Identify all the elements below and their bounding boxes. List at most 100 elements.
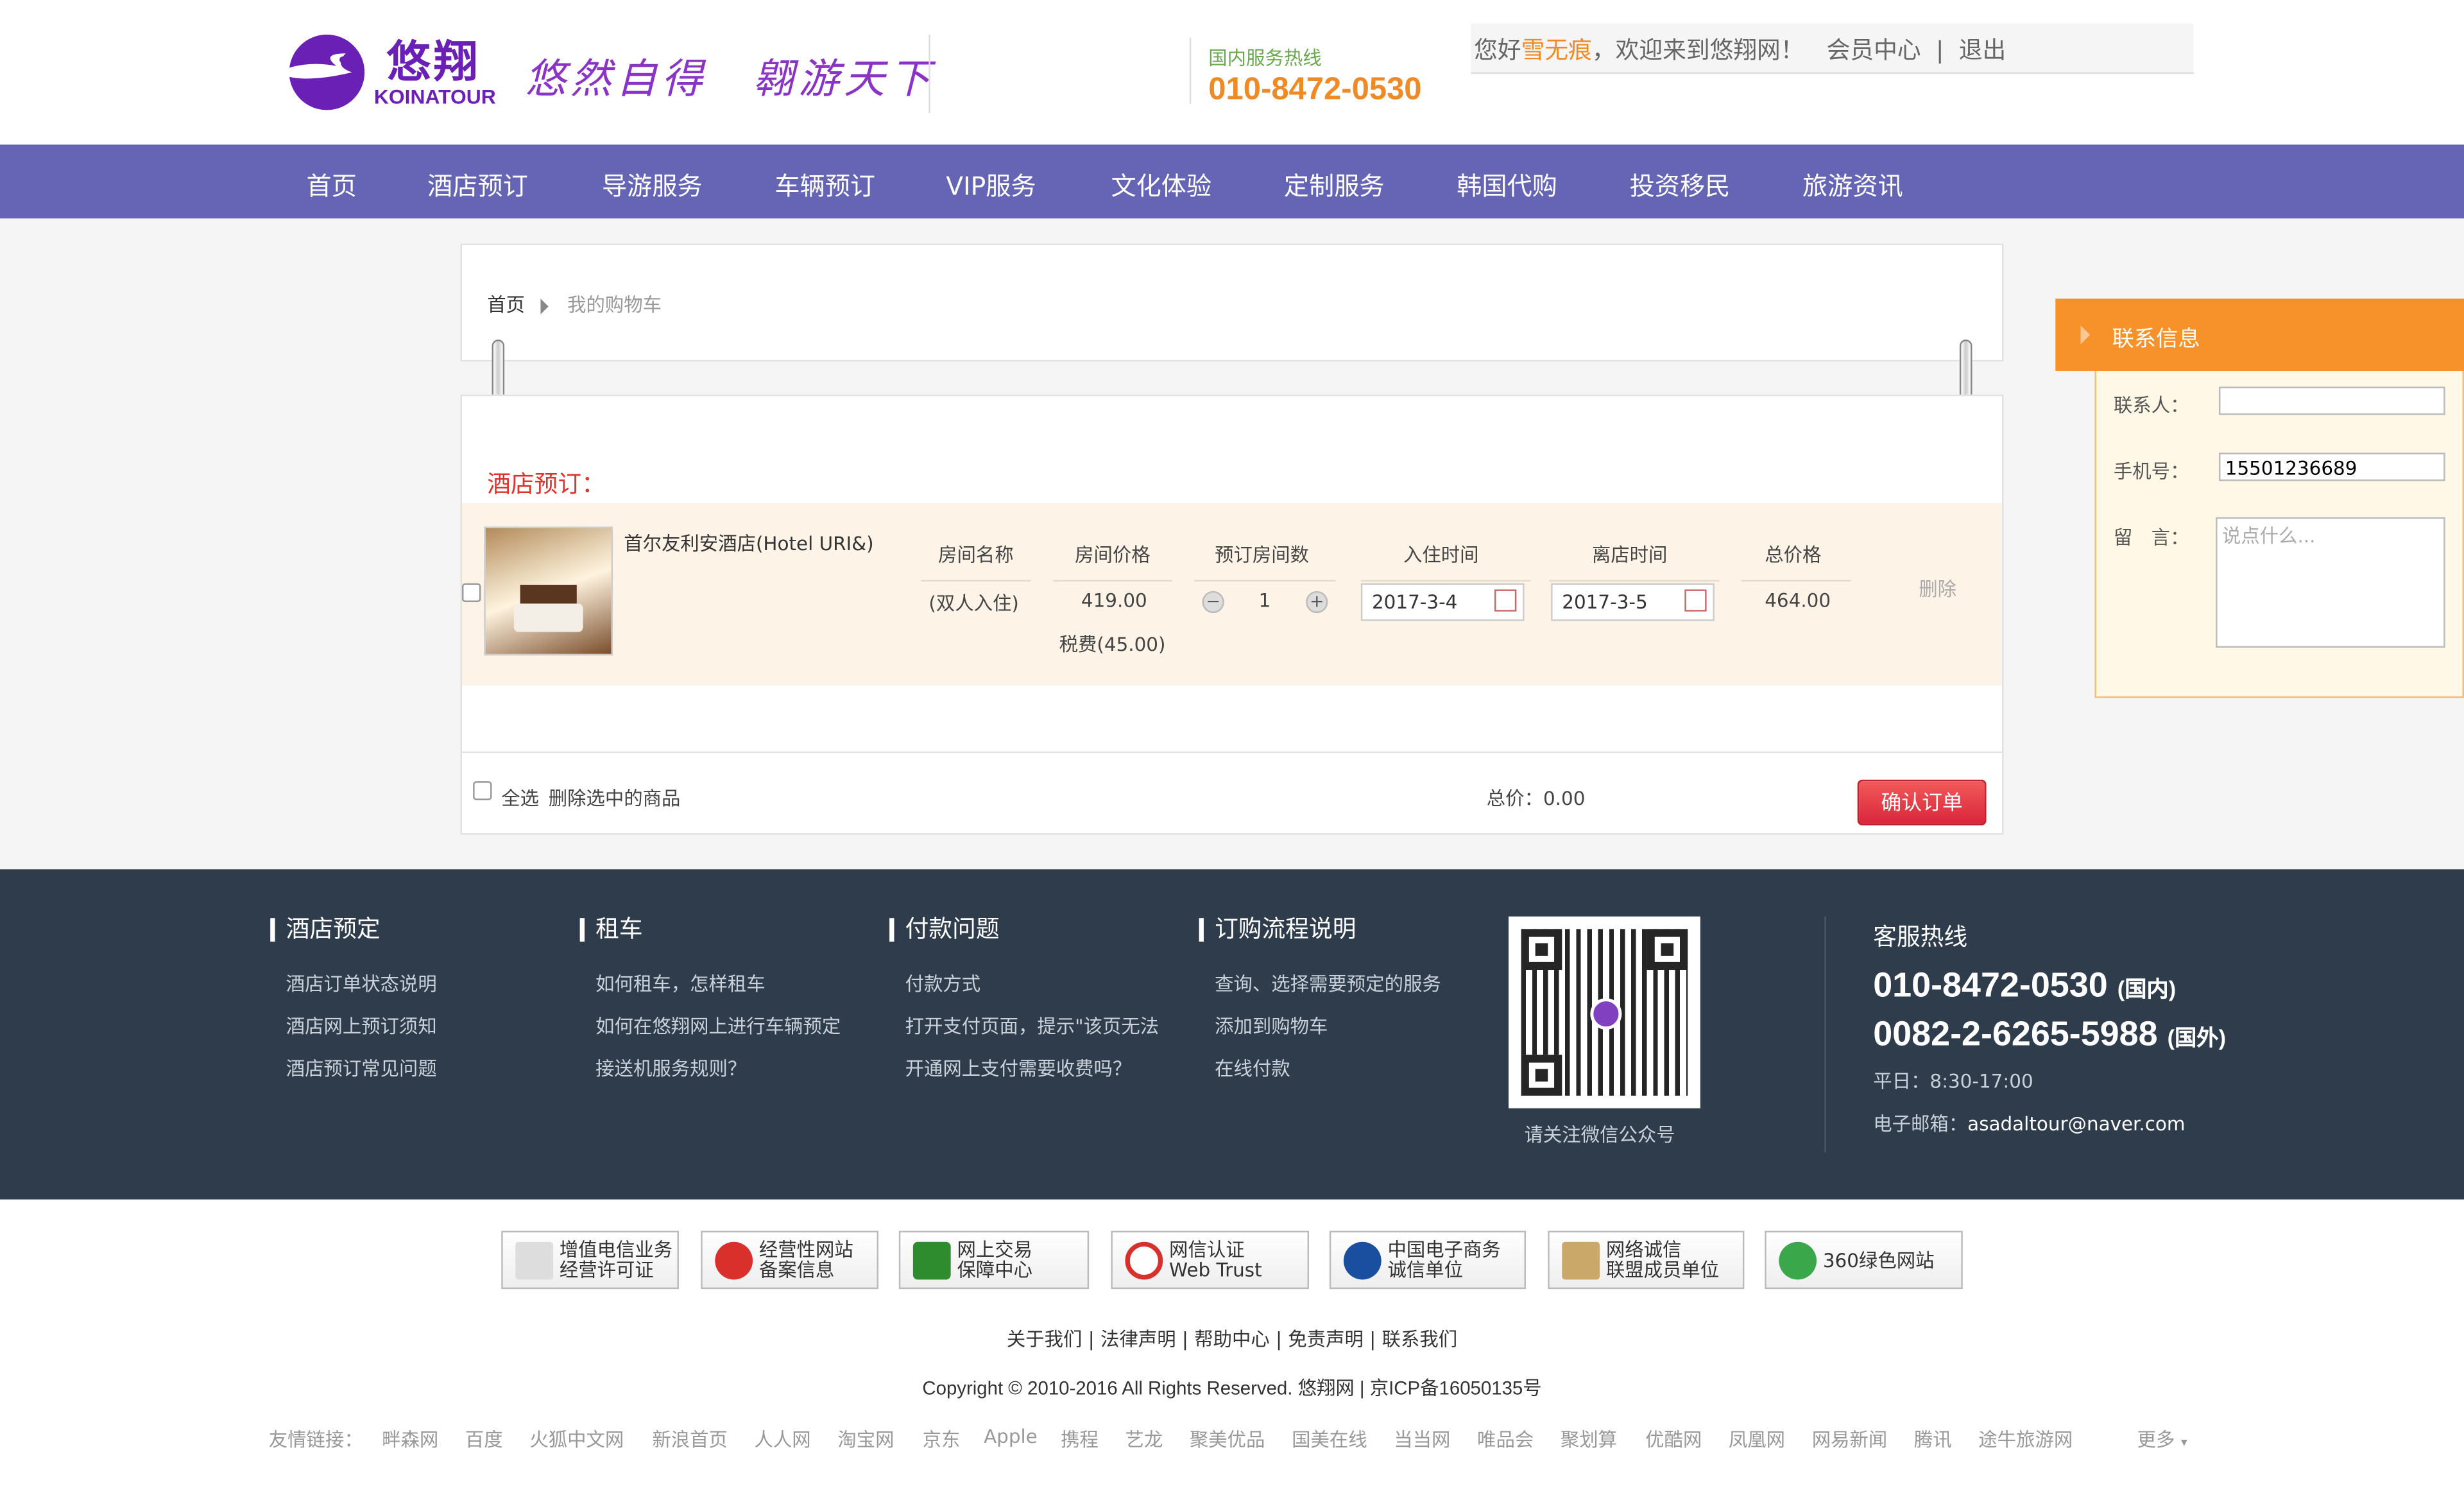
select-all-label[interactable]: 全选 (501, 784, 539, 811)
item-checkbox[interactable] (462, 583, 481, 602)
email-value[interactable]: asadaltour@naver.com (1967, 1113, 2185, 1135)
chevron-down-icon: ▾ (2180, 1435, 2187, 1449)
footer-link[interactable]: 打开支付页面，提示"该页无法 (905, 1012, 1159, 1039)
friend-link[interactable]: 当当网 (1394, 1426, 1450, 1453)
friend-link[interactable]: 腾讯 (1914, 1426, 1952, 1453)
badge-web-trust[interactable]: 网信认证 Web Trust (1111, 1230, 1310, 1290)
hotel-room-image[interactable] (484, 526, 613, 656)
checkin-date-input[interactable]: 2017-3-4 (1360, 583, 1525, 621)
breadcrumb-home[interactable]: 首页 (487, 294, 525, 316)
contact-name-input[interactable] (2218, 386, 2445, 415)
friend-link[interactable]: 火狐中文网 (529, 1426, 624, 1453)
select-all-checkbox[interactable] (473, 781, 492, 800)
badge-trade-security[interactable]: 网上交易 保障中心 (898, 1230, 1090, 1290)
badge-website-record[interactable]: 经营性网站 备案信息 (701, 1230, 878, 1290)
nav-item-korea-shopping[interactable]: 韩国代购 (1457, 165, 1557, 203)
more-label: 更多 (2137, 1429, 2175, 1451)
friend-link[interactable]: 京东 (923, 1426, 961, 1453)
logout-link[interactable]: 退出 (1959, 36, 2006, 64)
nav-item-guide[interactable]: 导游服务 (602, 165, 703, 203)
friend-link[interactable]: 聚划算 (1561, 1426, 1617, 1453)
checkout-date-input[interactable]: 2017-3-5 (1551, 583, 1715, 621)
disclaimer-link[interactable]: 免责声明 (1288, 1328, 1364, 1350)
footer-link[interactable]: 在线付款 (1215, 1055, 1290, 1082)
logo-icon (1590, 998, 1622, 1030)
footer-link[interactable]: 开通网上支付需要收费吗？ (905, 1055, 1132, 1082)
nav-item-vip[interactable]: VIP服务 (946, 165, 1036, 203)
nav-item-hotel[interactable]: 酒店预订 (427, 165, 528, 203)
friend-link[interactable]: 淘宝网 (837, 1426, 894, 1453)
decrement-button[interactable]: − (1202, 591, 1224, 614)
friend-link[interactable]: 畔森网 (382, 1426, 438, 1453)
copyright: Copyright © 2010-2016 All Rights Reserve… (922, 1377, 1542, 1399)
footer-bottom-links: 关于我们 | 法律声明 | 帮助中心 | 免责声明 | 联系我们 (1006, 1328, 1458, 1351)
calendar-icon[interactable] (1494, 589, 1517, 612)
increment-button[interactable]: + (1306, 591, 1328, 614)
nav-item-culture[interactable]: 文化体验 (1111, 165, 1211, 203)
badge-line: Web Trust (1169, 1259, 1262, 1281)
nav-item-car[interactable]: 车辆预订 (774, 165, 875, 203)
help-link[interactable]: 帮助中心 (1194, 1328, 1270, 1350)
friend-link[interactable]: 凤凰网 (1729, 1426, 1785, 1453)
badge-telecom-license[interactable]: 增值电信业务 经营许可证 (501, 1230, 679, 1290)
main-nav: 首页 酒店预订 导游服务 车辆预订 VIP服务 文化体验 定制服务 韩国代购 投… (0, 144, 2464, 219)
footer-link[interactable]: 查询、选择需要预定的服务 (1215, 970, 1441, 997)
badge-ecommerce-credit[interactable]: 中国电子商务 诚信单位 (1329, 1230, 1526, 1290)
friend-link[interactable]: Apple (984, 1426, 1038, 1447)
friend-link[interactable]: 人人网 (755, 1426, 811, 1453)
friend-link[interactable]: 聚美优品 (1190, 1426, 1265, 1453)
footer-link[interactable]: 酒店订单状态说明 (286, 970, 437, 997)
footer-link[interactable]: 添加到购物车 (1215, 1012, 1328, 1039)
footer-link[interactable]: 酒店网上预订须知 (286, 1012, 437, 1039)
badge-credit-alliance[interactable]: 网络诚信 联盟成员单位 (1548, 1230, 1745, 1290)
welcome-suffix: ，欢迎来到悠翔网！ (1591, 36, 1804, 65)
username[interactable]: 雪无痕 (1521, 36, 1592, 64)
friend-link[interactable]: 艺龙 (1125, 1426, 1163, 1453)
checkin-date-value: 2017-3-4 (1371, 591, 1458, 614)
badge-360-green[interactable]: 360绿色网站 (1765, 1230, 1963, 1290)
footer-link[interactable]: 如何租车，怎样租车 (595, 970, 766, 997)
friend-link[interactable]: 百度 (465, 1426, 503, 1453)
member-center-link[interactable]: 会员中心 (1827, 36, 1921, 64)
more-link[interactable]: 更多 ▾ (2137, 1426, 2187, 1453)
legal-link[interactable]: 法律声明 (1100, 1328, 1176, 1350)
nav-item-immigration[interactable]: 投资移民 (1630, 165, 1731, 203)
footer-link[interactable]: 付款方式 (905, 970, 981, 997)
col-header-checkin: 入住时间 (1403, 544, 1479, 566)
contact-message-textarea[interactable]: 说点什么... (2216, 517, 2445, 648)
qr-caption: 请关注微信公众号 (1524, 1124, 1675, 1146)
delete-selected-link[interactable]: 删除选中的商品 (549, 784, 681, 811)
footer-col-title: 付款问题 (889, 917, 1000, 942)
friend-link[interactable]: 新浪首页 (652, 1426, 728, 1453)
friend-link[interactable]: 唯品会 (1477, 1426, 1534, 1453)
friend-link[interactable]: 携程 (1061, 1426, 1099, 1453)
room-quantity[interactable]: 1 (1259, 589, 1271, 611)
calendar-icon[interactable] (1684, 589, 1707, 612)
room-price: 419.00 (1081, 589, 1147, 612)
nav-item-home[interactable]: 首页 (307, 165, 357, 203)
about-us-link[interactable]: 关于我们 (1007, 1328, 1082, 1350)
friend-link[interactable]: 网易新闻 (1812, 1426, 1888, 1453)
friend-link[interactable]: 途牛旅游网 (1978, 1426, 2073, 1453)
badge-line: 中国电子商务 (1387, 1238, 1501, 1261)
welcome-prefix: 您好 (1474, 36, 1521, 65)
hotline-label: 国内服务热线 (1208, 47, 1322, 69)
welcome-bar: 您好雪无痕，欢迎来到悠翔网！ 会员中心 | 退出 (1471, 23, 2194, 74)
logo-icon[interactable] (273, 31, 368, 113)
footer-col-title: 酒店预定 (270, 917, 381, 942)
cart-footer-bar (462, 751, 2003, 833)
footer-link[interactable]: 酒店预订常见问题 (286, 1055, 437, 1082)
delete-item-link[interactable]: 删除 (1919, 575, 1956, 602)
confirm-order-button[interactable]: 确认订单 (1857, 779, 1987, 825)
contact-us-link[interactable]: 联系我们 (1382, 1328, 1458, 1350)
friend-link[interactable]: 优酷网 (1645, 1426, 1702, 1453)
hotel-name[interactable]: 首尔友利安酒店(Hotel URI&) (624, 530, 873, 557)
friend-link[interactable]: 国美在线 (1292, 1426, 1367, 1453)
nav-item-news[interactable]: 旅游资讯 (1802, 165, 1903, 203)
contact-phone-input[interactable]: 15501236689 (2218, 453, 2445, 481)
footer-link[interactable]: 如何在悠翔网上进行车辆预定 (595, 1012, 841, 1039)
nav-item-custom[interactable]: 定制服务 (1284, 165, 1385, 203)
divider (1741, 580, 1851, 582)
footer-link[interactable]: 接送机服务规则？ (595, 1055, 746, 1082)
divider: | (1935, 36, 1944, 65)
